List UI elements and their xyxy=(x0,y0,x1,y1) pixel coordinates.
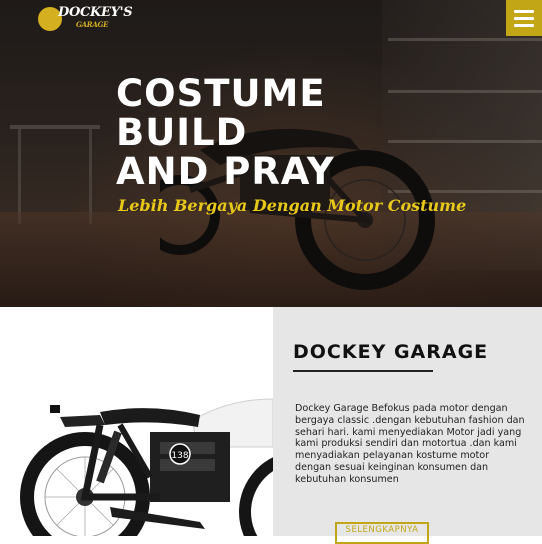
hamburger-menu-icon xyxy=(514,9,534,13)
bike-number-plate: 138 xyxy=(171,451,188,461)
read-more-button[interactable]: SELENGKAPNYA xyxy=(335,522,429,544)
title-divider xyxy=(293,370,433,372)
hamburger-menu-button[interactable] xyxy=(506,0,542,36)
hero-title-line: COSTUME xyxy=(116,72,326,115)
hero-section: DOCKEY'S GARAGE COSTUME BUILD AND PRAY L… xyxy=(0,0,542,307)
cafe-racer-motorcycle-image: 138 xyxy=(20,398,273,536)
hero-tagline: Lebih Bergaya Dengan Motor Costume xyxy=(118,196,467,215)
about-description: Dockey Garage Befokus pada motor dengan … xyxy=(295,403,525,485)
hero-title-line: AND PRAY xyxy=(116,150,335,193)
about-panel: DOCKEY GARAGE Dockey Garage Befokus pada… xyxy=(273,307,542,544)
logo-text: DOCKEY'S xyxy=(58,5,133,20)
brand-logo[interactable]: DOCKEY'S GARAGE xyxy=(38,4,133,34)
about-title: DOCKEY GARAGE xyxy=(293,341,489,363)
about-image-panel: 138 xyxy=(0,307,273,536)
logo-subtext: GARAGE xyxy=(76,20,109,29)
hero-title-line: BUILD xyxy=(116,111,248,154)
hero-title: COSTUME BUILD AND PRAY xyxy=(116,74,335,191)
